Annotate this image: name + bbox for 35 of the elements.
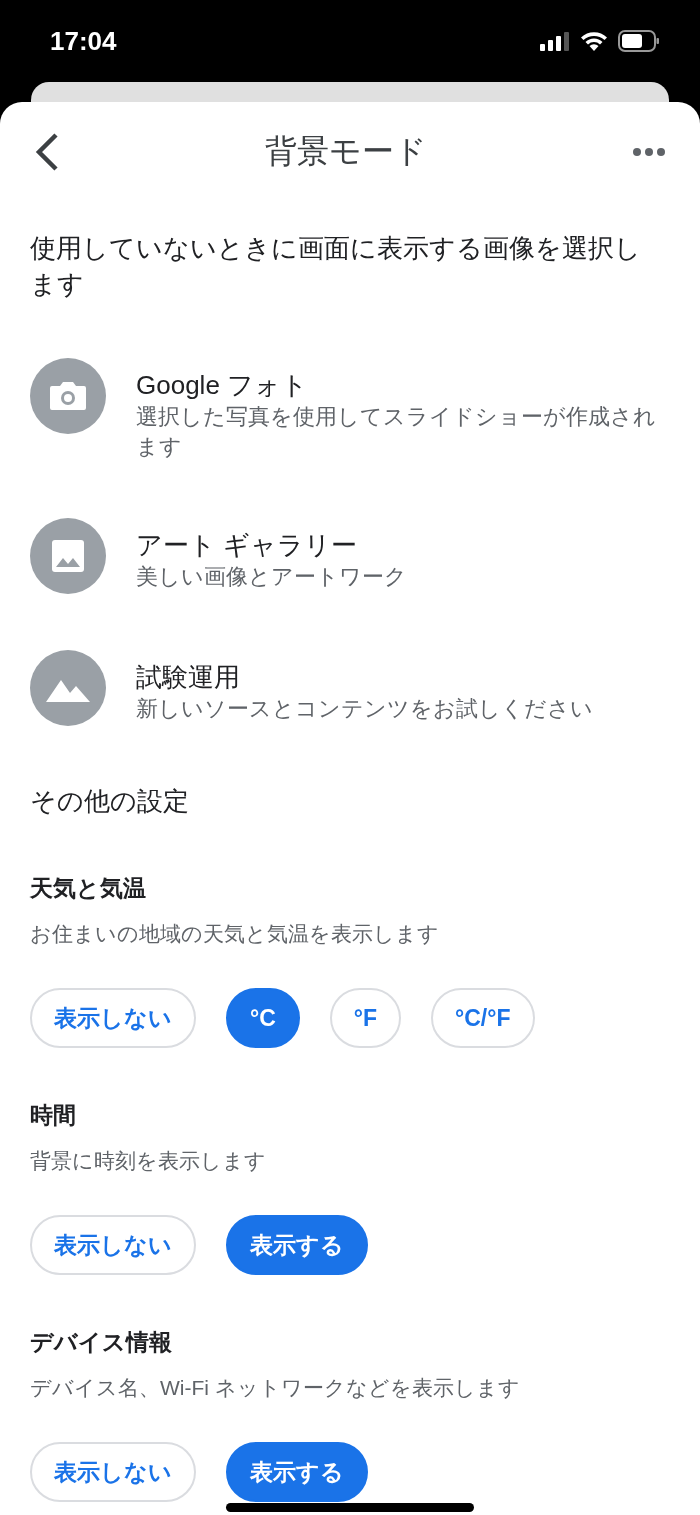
source-title: アート ギャラリー (136, 529, 359, 562)
image-icon (30, 518, 106, 594)
page-title: 背景モード (265, 132, 427, 171)
setting-description: デバイス名、Wi-Fi ネットワークなどを表示します (30, 1375, 521, 1401)
setting-description: 背景に時刻を表示します (30, 1148, 267, 1174)
option-chip[interactable]: °C (226, 988, 300, 1048)
setting-description: お住まいの地域の天気と気温を表示します (30, 921, 440, 947)
source-item[interactable]: 試験運用 新しいソースとコンテンツをお試しください (30, 650, 670, 726)
source-item[interactable]: Google フォト 選択した写真を使用してスライドショーが作成されます (30, 358, 670, 462)
source-subtitle: 選択した写真を使用してスライドショーが作成されます (136, 403, 656, 461)
source-title: 試験運用 (136, 661, 241, 694)
setting-title: 時間 (30, 1101, 77, 1130)
section-heading: その他の設定 (30, 785, 190, 818)
wifi-icon (580, 31, 608, 51)
setting-title: 天気と気温 (30, 874, 147, 903)
back-icon (34, 132, 60, 172)
option-chip[interactable]: 表示する (226, 1442, 368, 1502)
option-chip[interactable]: 表示しない (30, 988, 196, 1048)
setting-title: デバイス情報 (30, 1328, 173, 1357)
more-icon (632, 147, 666, 157)
source-title: Google フォト (136, 369, 310, 402)
signal-icon (540, 31, 570, 51)
option-chip[interactable]: °F (329, 988, 402, 1048)
mountain-icon (30, 650, 106, 726)
source-item[interactable]: アート ギャラリー 美しい画像とアートワーク (30, 518, 670, 594)
option-chip[interactable]: 表示する (226, 1215, 368, 1275)
option-chip[interactable]: °C/°F (431, 988, 535, 1048)
option-chip[interactable]: 表示しない (30, 1215, 196, 1275)
option-chip[interactable]: 表示しない (30, 1442, 196, 1502)
intro-text: 使用していないときに画面に表示する画像を選択します (30, 232, 642, 301)
battery-icon (618, 30, 660, 52)
status-time: 17:04 (50, 25, 117, 57)
camera-icon (30, 358, 106, 434)
source-subtitle: 美しい画像とアートワーク (136, 563, 407, 591)
source-subtitle: 新しいソースとコンテンツをお試しください (136, 695, 593, 723)
